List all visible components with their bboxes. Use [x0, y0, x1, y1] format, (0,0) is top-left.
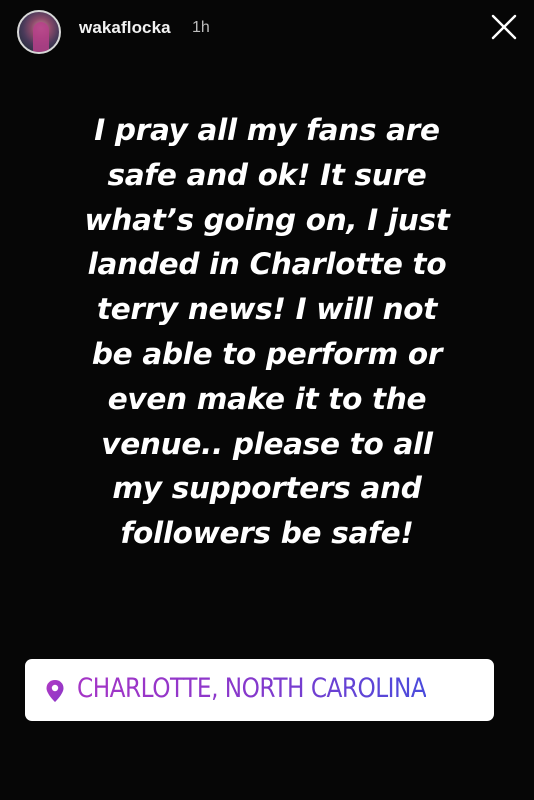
story-text-line: landed in Charlotte to: [87, 247, 447, 282]
avatar[interactable]: [17, 10, 61, 54]
story-text-line: I pray all my fans are: [94, 113, 440, 147]
avatar-figure: [33, 22, 49, 52]
story-text-line: terry news! I will not: [96, 292, 438, 327]
story-view[interactable]: wakaflocka 1h I pray all my fans are saf…: [0, 0, 534, 800]
story-text-line: venue.. please to all: [101, 426, 433, 461]
story-header: wakaflocka 1h: [0, 0, 534, 60]
story-text-line: followers be safe!: [120, 516, 414, 551]
story-text-line: safe and ok! It sure: [107, 157, 427, 192]
timestamp: 1h: [192, 19, 210, 36]
close-icon[interactable]: [490, 13, 518, 41]
username[interactable]: wakaflocka: [79, 18, 171, 38]
location-label: CHARLOTTE, NORTH CAROLINA: [77, 673, 427, 704]
story-text-line: what’s going on, I just: [84, 202, 450, 237]
story-text-line: my supporters and: [112, 471, 422, 506]
story-text-line: be able to perform or: [91, 336, 443, 371]
story-text: I pray all my fans are safe and ok! It s…: [30, 108, 504, 556]
location-pin-icon: [46, 680, 64, 702]
location-sticker[interactable]: CHARLOTTE, NORTH CAROLINA: [25, 659, 494, 721]
story-text-line: even make it to the: [107, 381, 427, 416]
